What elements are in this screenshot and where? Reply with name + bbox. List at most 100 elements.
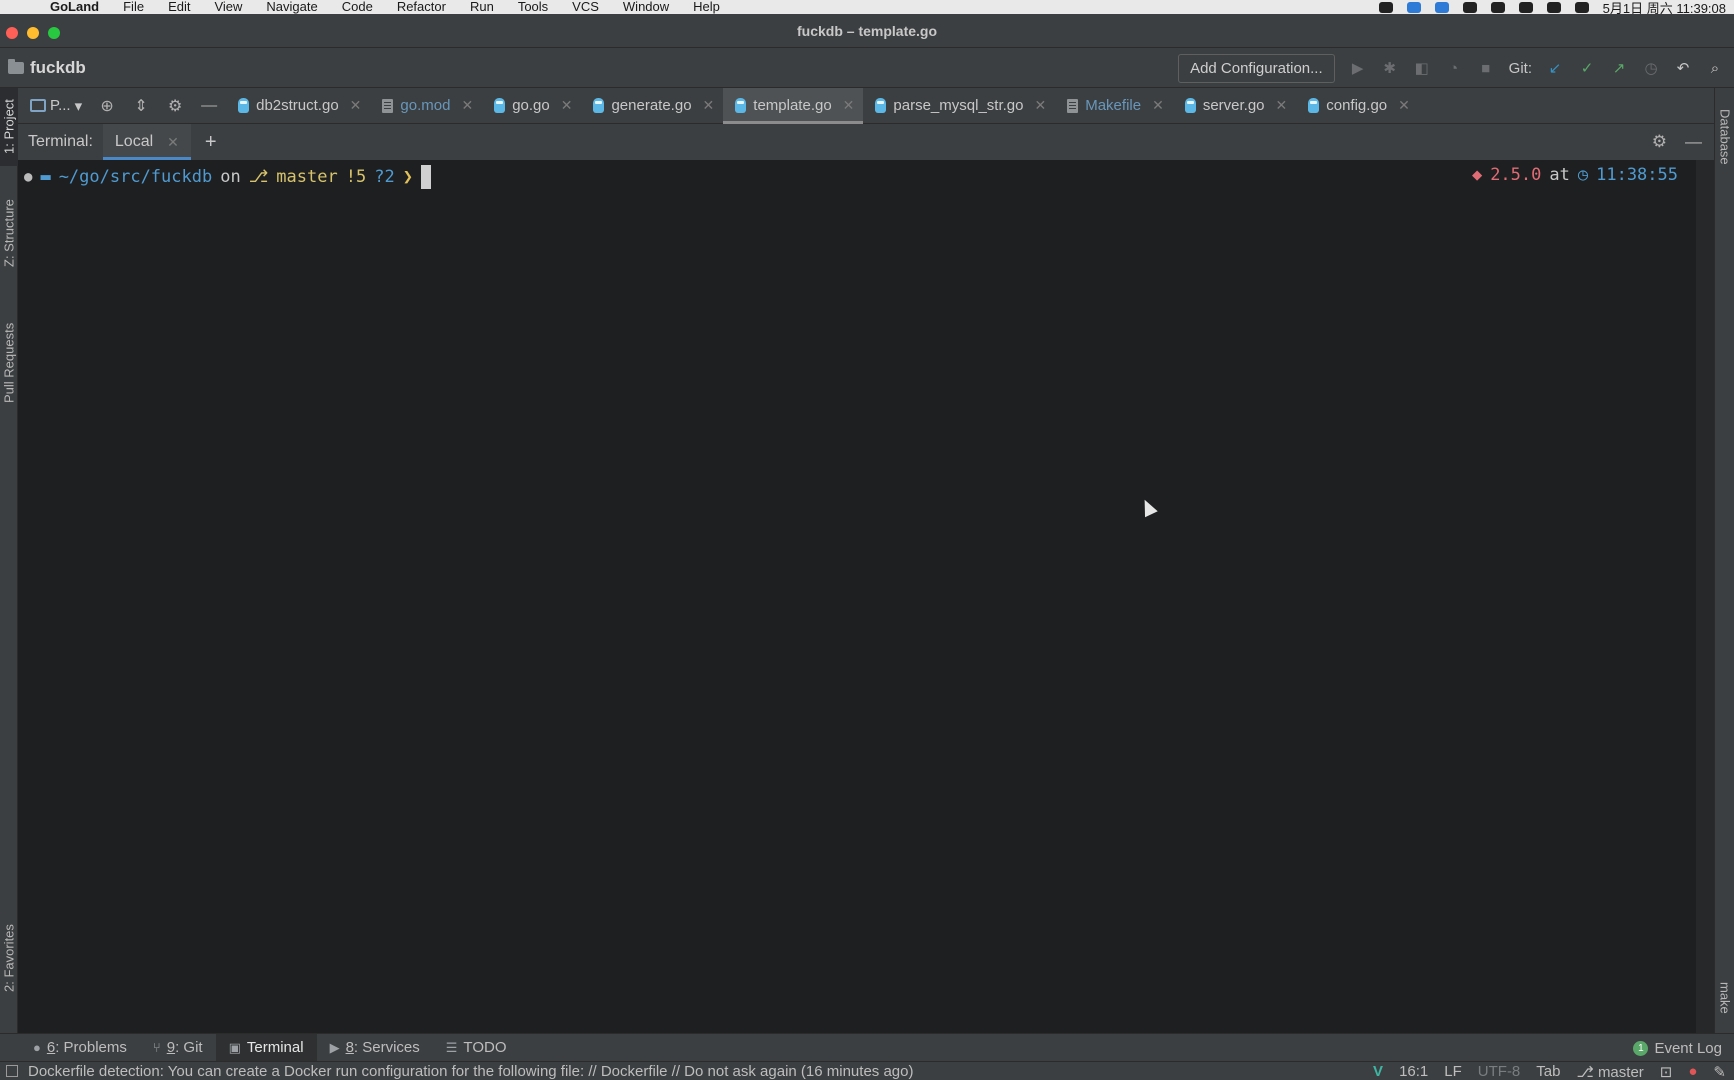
minimize-window-button[interactable] <box>27 27 39 39</box>
menubar-clock[interactable]: 5月1日 周六 11:39:08 <box>1603 0 1726 15</box>
terminal-scrollbar[interactable] <box>1696 160 1714 1033</box>
editor-tab[interactable]: go.go ✕ <box>482 88 581 124</box>
close-icon[interactable]: ✕ <box>1148 97 1164 114</box>
menu-vcs[interactable]: VCS <box>560 0 611 14</box>
terminal-hide-icon[interactable]: — <box>1685 132 1702 152</box>
bottom-tab-label: TODO <box>463 1039 506 1056</box>
bottom-tab[interactable]: ▶ 8: Services <box>317 1034 433 1062</box>
project-breadcrumb[interactable]: fuckdb <box>0 58 86 78</box>
terminal-tab-local[interactable]: Local ✕ <box>102 124 191 160</box>
menu-run[interactable]: Run <box>458 0 506 14</box>
bottom-tab[interactable]: ⑂ 9: Git <box>140 1034 216 1062</box>
notification-bell-icon[interactable] <box>1462 1 1477 13</box>
bottom-tab[interactable]: ☰ TODO <box>433 1034 520 1062</box>
control-center-icon[interactable] <box>1574 1 1589 13</box>
plugin-status-icon[interactable]: V <box>1373 1063 1383 1080</box>
add-configuration-button[interactable]: Add Configuration... <box>1178 53 1335 83</box>
app-menu[interactable]: GoLand <box>22 0 111 14</box>
close-icon[interactable]: ✕ <box>1030 97 1046 114</box>
network-graph-icon[interactable] <box>1434 1 1449 13</box>
structure-tool-tab[interactable]: Z: Structure <box>0 188 18 278</box>
file-encoding[interactable]: UTF-8 <box>1478 1063 1521 1080</box>
git-rollback-icon[interactable]: ↶ <box>1674 59 1692 77</box>
event-log-button[interactable]: 1 Event Log <box>1633 1034 1722 1062</box>
editor-tab[interactable]: db2struct.go ✕ <box>226 88 370 124</box>
pull-requests-tool-tab[interactable]: Pull Requests <box>0 308 18 418</box>
wrench-icon[interactable]: ✎ <box>1713 1063 1726 1080</box>
close-icon[interactable]: ✕ <box>699 97 715 114</box>
error-report-icon[interactable]: ● <box>1688 1063 1697 1080</box>
git-branch-widget[interactable]: ⎇ master <box>1576 1063 1643 1080</box>
status-widgets: V 16:1 LF UTF-8 Tab ⎇ master ⊡ ● ✎ <box>1373 1062 1734 1080</box>
new-terminal-tab-button[interactable]: + <box>205 131 217 154</box>
editor-tab[interactable]: parse_mysql_str.go ✕ <box>863 88 1055 124</box>
git-commit-icon[interactable]: ✓ <box>1578 59 1596 77</box>
profile-icon[interactable]: ◔ <box>1445 59 1463 77</box>
status-app-icon[interactable] <box>1378 1 1393 13</box>
gear-icon[interactable]: ⚙ <box>158 96 192 116</box>
menu-navigate[interactable]: Navigate <box>254 0 329 14</box>
shell-prompt: ● ▬ ~/go/src/fuckdb on ⎇ master !5 ?2 ❯ <box>24 165 431 189</box>
menu-help[interactable]: Help <box>681 0 732 14</box>
bottom-tab-shortcut: 6 <box>46 1039 56 1056</box>
prompt-at: at <box>1549 165 1570 185</box>
lock-icon[interactable]: ⊡ <box>1660 1063 1673 1080</box>
git-push-icon[interactable]: ↗ <box>1610 59 1628 77</box>
search-everywhere-icon[interactable]: ⌕ <box>1706 59 1724 77</box>
favorites-tool-tab[interactable]: 2: Favorites <box>0 908 18 1008</box>
close-icon[interactable]: ✕ <box>457 97 473 114</box>
bottom-tab[interactable]: ● 6: Problems <box>20 1034 140 1062</box>
battery-icon[interactable] <box>1518 1 1533 13</box>
stop-icon[interactable]: ■ <box>1477 59 1495 77</box>
database-tool-tab[interactable]: Database <box>1715 92 1734 182</box>
clock-icon: ◷ <box>1577 165 1589 185</box>
menu-edit[interactable]: Edit <box>156 0 202 14</box>
run-icon[interactable]: ▶ <box>1349 59 1367 77</box>
cpu-graph-icon[interactable] <box>1406 1 1421 13</box>
locate-file-icon[interactable]: ⊕ <box>90 96 124 116</box>
collapse-all-icon[interactable]: ⇕ <box>124 96 158 116</box>
make-tool-tab[interactable]: make <box>1715 973 1734 1023</box>
zoom-window-button[interactable] <box>48 27 60 39</box>
editor-tab[interactable]: config.go ✕ <box>1296 88 1419 124</box>
prompt-on: on <box>220 167 241 187</box>
close-icon[interactable]: ✕ <box>1272 97 1288 114</box>
line-separator[interactable]: LF <box>1444 1063 1462 1080</box>
editor-tab[interactable]: server.go ✕ <box>1173 88 1296 124</box>
close-icon[interactable]: ✕ <box>1394 97 1410 114</box>
debug-icon[interactable]: ✱ <box>1381 59 1399 77</box>
project-tool-tab[interactable]: 1: Project <box>0 88 18 166</box>
menu-view[interactable]: View <box>202 0 254 14</box>
editor-tab[interactable]: Makefile ✕ <box>1055 88 1173 124</box>
event-log-label: Event Log <box>1654 1039 1722 1057</box>
wifi-icon[interactable] <box>1490 1 1505 13</box>
editor-tab[interactable]: go.mod ✕ <box>370 88 482 124</box>
terminal-settings-gear-icon[interactable]: ⚙ <box>1652 132 1667 152</box>
editor-tab[interactable]: generate.go ✕ <box>581 88 723 124</box>
hide-icon[interactable]: — <box>192 97 226 115</box>
git-history-icon[interactable]: ◷ <box>1642 59 1660 77</box>
go-file-icon <box>494 98 506 113</box>
menu-window[interactable]: Window <box>611 0 681 14</box>
close-icon[interactable]: ✕ <box>163 134 179 151</box>
coverage-icon[interactable]: ◧ <box>1413 59 1431 77</box>
status-message[interactable]: Dockerfile detection: You can create a D… <box>28 1063 913 1080</box>
menu-code[interactable]: Code <box>330 0 385 14</box>
close-icon[interactable]: ✕ <box>346 97 362 114</box>
menu-tools[interactable]: Tools <box>506 0 560 14</box>
close-window-button[interactable] <box>6 27 18 39</box>
close-icon[interactable]: ✕ <box>557 97 573 114</box>
caret-position[interactable]: 16:1 <box>1399 1063 1428 1080</box>
menu-refactor[interactable]: Refactor <box>385 0 458 14</box>
tool-windows-toggle-icon[interactable] <box>6 1065 18 1077</box>
bottom-tab[interactable]: ▣ Terminal <box>215 1033 317 1062</box>
indent-setting[interactable]: Tab <box>1536 1063 1560 1080</box>
editor-tab[interactable]: template.go ✕ <box>723 87 864 124</box>
git-update-icon[interactable]: ↙ <box>1546 59 1564 77</box>
close-icon[interactable]: ✕ <box>839 97 855 114</box>
project-view-selector[interactable]: P... ▾ <box>18 97 90 115</box>
navigation-bar: fuckdb Add Configuration... ▶ ✱ ◧ ◔ ■ Gi… <box>0 48 1734 88</box>
menu-file[interactable]: File <box>111 0 156 14</box>
spotlight-search-icon[interactable] <box>1546 1 1561 13</box>
terminal-output[interactable]: ● ▬ ~/go/src/fuckdb on ⎇ master !5 ?2 ❯ … <box>18 160 1696 1033</box>
